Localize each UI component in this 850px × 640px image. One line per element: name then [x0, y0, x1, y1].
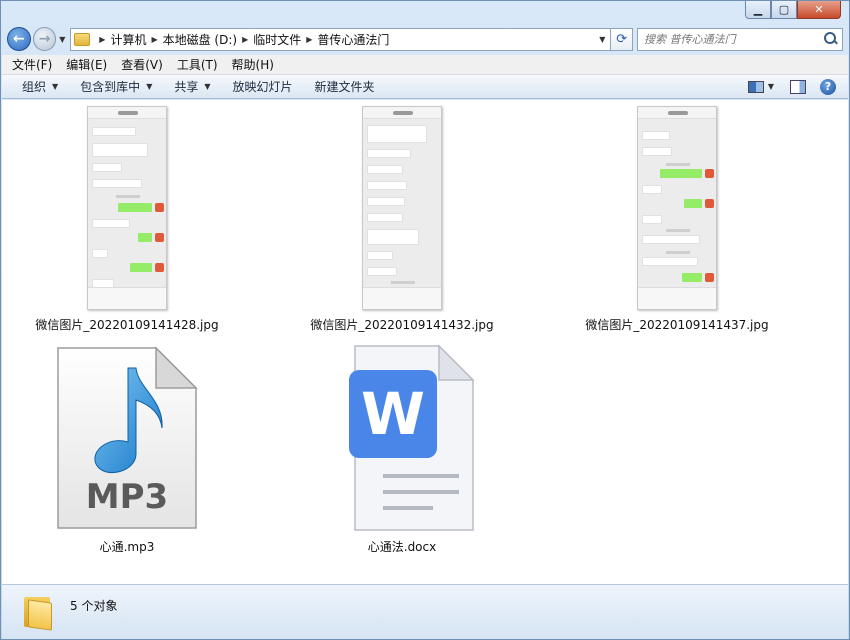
refresh-button[interactable]: ⟳: [611, 27, 634, 51]
maximize-button[interactable]: ▢: [771, 1, 797, 19]
navigation-row: ← → ▼ ▶ 计算机 ▶ 本地磁盘 (D:) ▶ 临时文件 ▶ 普传心通法门 …: [7, 25, 844, 53]
slideshow-button[interactable]: 放映幻灯片: [233, 78, 293, 95]
file-item[interactable]: 微信图片_20220109141432.jpg: [287, 106, 517, 333]
menu-help[interactable]: 帮助(H): [232, 56, 274, 73]
chevron-down-icon: ▼: [52, 82, 59, 91]
search-box[interactable]: [637, 27, 844, 51]
breadcrumb-drive[interactable]: 本地磁盘 (D:): [163, 31, 237, 48]
item-count: 5 个对象: [70, 598, 118, 613]
search-icon[interactable]: [824, 32, 838, 46]
view-controls: ▼ ?: [747, 78, 836, 95]
file-name: 微信图片_20220109141437.jpg: [585, 318, 769, 332]
change-view-icon[interactable]: [747, 80, 764, 93]
back-button[interactable]: ←: [7, 27, 31, 51]
file-name: 心通法.docx: [367, 540, 437, 554]
file-name: 心通.mp3: [99, 540, 155, 554]
file-item[interactable]: MP3 心通.mp3: [12, 342, 242, 555]
file-name: 微信图片_20220109141432.jpg: [310, 318, 494, 332]
mp3-file-icon: MP3: [52, 342, 202, 532]
chevron-down-icon: ▼: [204, 82, 211, 91]
share-label: 共享: [174, 80, 199, 94]
wechat-screenshot-thumbnail: [362, 106, 442, 310]
menu-edit[interactable]: 编辑(E): [66, 56, 107, 73]
status-bar: 5 个对象: [2, 584, 848, 639]
command-bar: 组织 ▼ 包含到库中 ▼ 共享 ▼ 放映幻灯片 新建文件夹 ▼ ?: [2, 75, 848, 99]
menu-bar: 文件(F) 编辑(E) 查看(V) 工具(T) 帮助(H): [2, 55, 848, 75]
menu-tools[interactable]: 工具(T): [177, 56, 218, 73]
folder-icon: [74, 32, 91, 46]
file-item[interactable]: 微信图片_20220109141428.jpg: [12, 106, 242, 333]
share-button[interactable]: 共享 ▼: [174, 78, 210, 95]
menu-file[interactable]: 文件(F): [12, 56, 52, 73]
breadcrumb-current-folder[interactable]: 普传心通法门: [317, 31, 389, 48]
mp3-badge: MP3: [86, 477, 168, 517]
preview-pane-icon[interactable]: [790, 79, 806, 94]
chevron-right-icon[interactable]: ▶: [99, 35, 105, 44]
explorer-window: ▁ ▢ ✕ ← → ▼ ▶ 计算机 ▶ 本地磁盘 (D:) ▶ 临时文件 ▶ 普…: [0, 0, 850, 640]
chevron-right-icon[interactable]: ▶: [151, 35, 157, 44]
minimize-button[interactable]: ▁: [745, 1, 771, 19]
folder-icon: [24, 595, 52, 631]
file-list-area: 微信图片_20220109141428.jpg 微信图片_20220109141…: [2, 100, 848, 584]
menu-view[interactable]: 查看(V): [121, 56, 163, 73]
breadcrumb-computer[interactable]: 计算机: [110, 31, 146, 48]
new-folder-button[interactable]: 新建文件夹: [315, 78, 375, 95]
wechat-screenshot-thumbnail: [87, 106, 167, 310]
caption-buttons: ▁ ▢ ✕: [745, 1, 841, 19]
address-bar[interactable]: ▶ 计算机 ▶ 本地磁盘 (D:) ▶ 临时文件 ▶ 普传心通法门 ▼: [70, 27, 612, 51]
wechat-screenshot-thumbnail: [637, 106, 717, 310]
file-item[interactable]: 微信图片_20220109141437.jpg: [562, 106, 792, 333]
chevron-right-icon[interactable]: ▶: [306, 35, 312, 44]
wps-badge: W: [361, 380, 425, 448]
chevron-down-icon: ▼: [146, 82, 153, 91]
close-button[interactable]: ✕: [797, 1, 841, 19]
address-dropdown-icon[interactable]: ▼: [594, 35, 610, 44]
breadcrumb-temp[interactable]: 临时文件: [253, 31, 301, 48]
file-name: 微信图片_20220109141428.jpg: [35, 318, 219, 332]
wps-doc-icon: W: [327, 342, 477, 532]
organize-label: 组织: [22, 80, 47, 94]
recent-pages-dropdown-icon[interactable]: ▼: [56, 35, 68, 44]
include-in-library-button[interactable]: 包含到库中 ▼: [80, 78, 152, 95]
include-library-label: 包含到库中: [80, 80, 141, 94]
forward-button[interactable]: →: [32, 27, 57, 51]
search-input[interactable]: [644, 32, 825, 46]
organize-button[interactable]: 组织 ▼: [22, 78, 58, 95]
help-icon[interactable]: ?: [820, 78, 836, 95]
chevron-right-icon[interactable]: ▶: [242, 35, 248, 44]
file-item[interactable]: W 心通法.docx: [287, 342, 517, 555]
view-options-dropdown-icon[interactable]: ▼: [768, 82, 774, 91]
